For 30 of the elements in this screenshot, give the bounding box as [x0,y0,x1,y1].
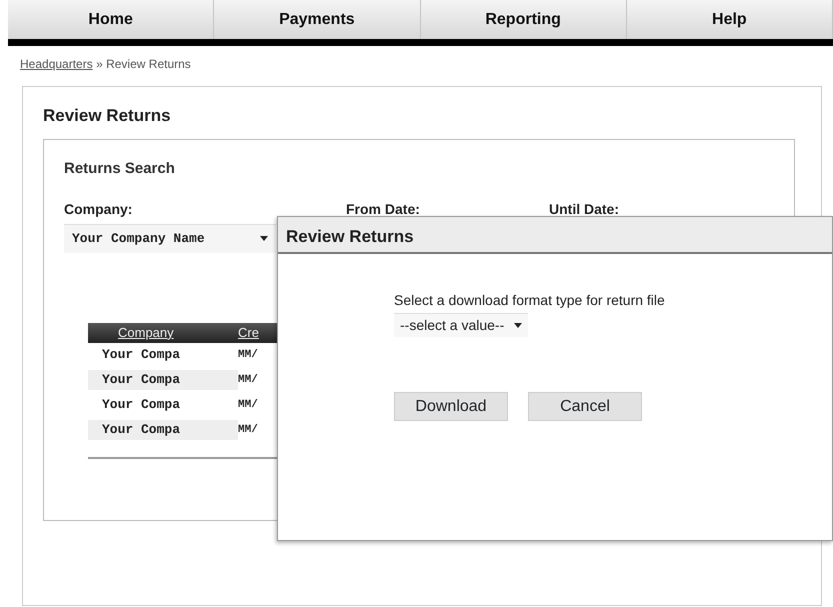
page-title: Review Returns [43,105,172,127]
nav-tab[interactable]: Help [626,0,833,39]
caret-icon [260,236,268,242]
breadcrumb-link[interactable]: Headquarters [20,57,93,71]
nav-tab[interactable]: Payments [214,0,420,39]
table-cell-text: MM/ [238,348,259,363]
company-select[interactable]: Your Company Name [64,224,276,252]
table-cell: Your Compa [88,370,238,390]
format-select[interactable]: --select a value-- [394,313,528,337]
field-label: Until Date: [549,200,619,219]
table-cell-text: MM/ [238,398,259,413]
field-label: Company: [64,200,134,219]
breadcrumb-separator: » [96,57,103,71]
dialog-button[interactable]: Download [394,392,508,421]
column-header[interactable]: Cre [238,324,259,340]
nav-tab[interactable]: Reporting [420,0,627,39]
dialog-prompt: Select a download format type for return file [394,291,666,310]
caret-icon [514,323,522,328]
breadcrumb-current: Review Returns [106,57,191,71]
nav-tab[interactable]: Home [8,0,214,39]
table-cell-text: MM/ [238,422,259,438]
column-header[interactable]: Company [118,324,174,340]
table-cell-text: Your Compa [101,396,182,414]
dialog-title: Review Returns [278,217,832,254]
dialog-button[interactable]: Cancel [528,392,642,421]
section-title: Returns Search [64,158,176,178]
table-cell: Your Compa [88,420,238,440]
field-label: From Date: [346,200,421,219]
table-cell-text: MM/ [238,372,259,388]
table-cell-text: Your Compa [101,346,182,364]
